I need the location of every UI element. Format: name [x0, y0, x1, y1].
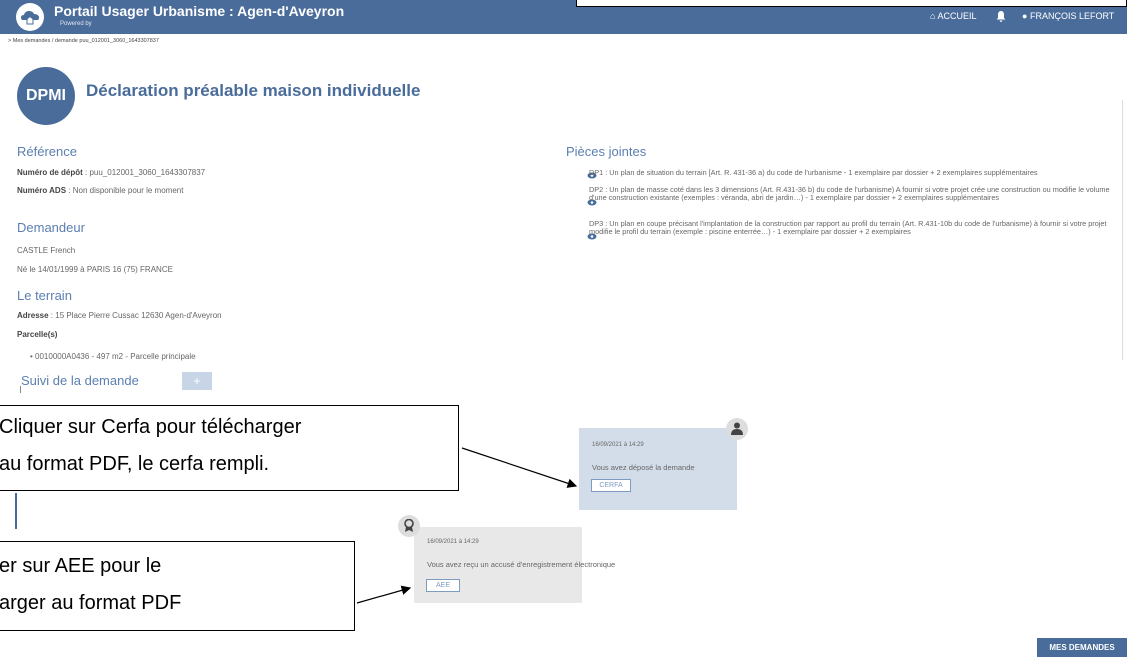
- arrow-to-cerfa: [461, 447, 578, 488]
- mes-demandes-button[interactable]: MES DEMANDES: [1037, 638, 1127, 657]
- arrow-to-aee: [356, 585, 412, 604]
- callout-arrows: [356, 447, 578, 604]
